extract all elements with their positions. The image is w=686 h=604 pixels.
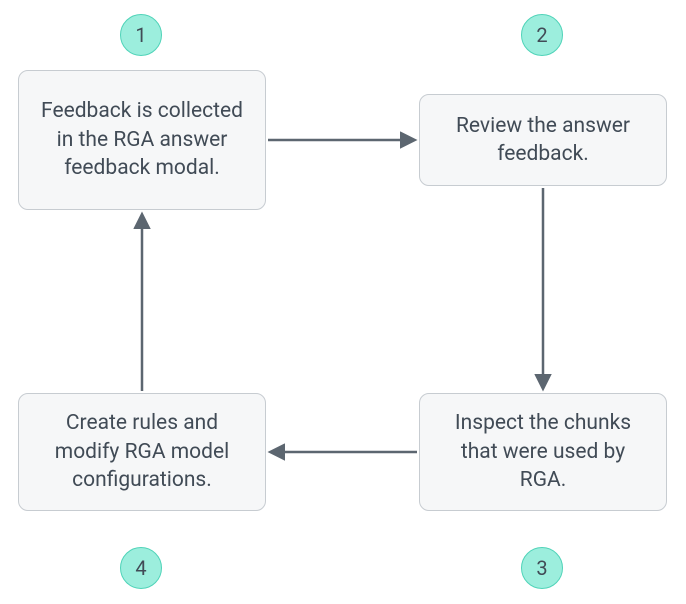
node-4: Create rules and modify RGA model config… bbox=[18, 393, 266, 511]
badge-3-label: 3 bbox=[536, 556, 547, 580]
node-1: Feedback is collected in the RGA answer … bbox=[18, 70, 266, 210]
badge-1: 1 bbox=[120, 14, 162, 56]
node-1-text: Feedback is collected in the RGA answer … bbox=[35, 97, 249, 182]
badge-2: 2 bbox=[521, 14, 563, 56]
node-3-text: Inspect the chunks that were used by RGA… bbox=[436, 409, 650, 494]
node-2: Review the answer feedback. bbox=[419, 94, 667, 186]
node-4-text: Create rules and modify RGA model config… bbox=[35, 409, 249, 494]
node-3: Inspect the chunks that were used by RGA… bbox=[419, 393, 667, 511]
badge-4-label: 4 bbox=[135, 556, 146, 580]
badge-3: 3 bbox=[521, 547, 563, 589]
badge-1-label: 1 bbox=[135, 23, 146, 47]
diagram-canvas: { "diagram": { "nodes": { "n1": { "label… bbox=[0, 0, 686, 604]
badge-2-label: 2 bbox=[536, 23, 547, 47]
badge-4: 4 bbox=[120, 547, 162, 589]
node-2-text: Review the answer feedback. bbox=[436, 112, 650, 169]
